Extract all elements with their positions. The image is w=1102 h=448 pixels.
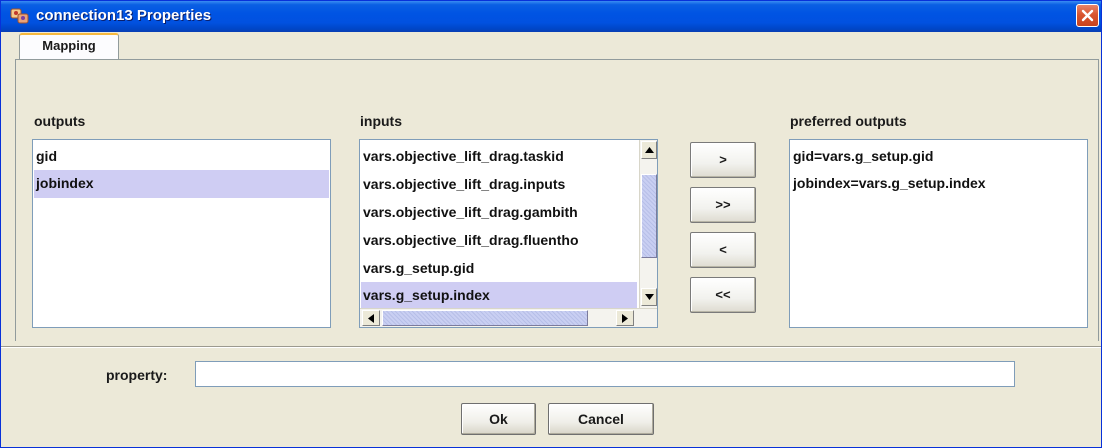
arrow-down-icon	[645, 294, 654, 300]
remove-mapping-button[interactable]: <	[690, 232, 756, 268]
scroll-right-button[interactable]	[616, 310, 634, 326]
remove-all-mappings-button[interactable]: <<	[690, 277, 756, 313]
list-item[interactable]: vars.objective_lift_drag.gambith	[361, 199, 637, 227]
list-item[interactable]: vars.g_setup.index	[361, 282, 637, 310]
app-icon	[10, 6, 30, 26]
scroll-left-button[interactable]	[362, 310, 380, 326]
list-item[interactable]: gid=vars.g_setup.gid	[791, 143, 1086, 171]
property-input[interactable]	[195, 361, 1015, 387]
scroll-down-button[interactable]	[641, 288, 657, 306]
horizontal-scroll-thumb[interactable]	[382, 310, 588, 326]
window-title: connection13 Properties	[36, 7, 212, 24]
tab-mapping[interactable]: Mapping	[19, 33, 119, 60]
properties-dialog: connection13 Properties Mapping outputs …	[0, 0, 1102, 448]
vertical-scroll-thumb[interactable]	[641, 174, 657, 258]
preferred-outputs-label: preferred outputs	[790, 113, 907, 129]
inputs-label: inputs	[360, 113, 402, 129]
separator	[1, 346, 1101, 348]
cancel-button[interactable]: Cancel	[548, 403, 654, 435]
title-bar[interactable]: connection13 Properties	[1, 1, 1101, 32]
property-label: property:	[106, 367, 168, 383]
arrow-up-icon	[645, 147, 654, 153]
scroll-up-button[interactable]	[641, 141, 657, 159]
list-item[interactable]: jobindex	[34, 170, 329, 198]
add-mapping-button[interactable]: >	[690, 142, 756, 178]
list-item[interactable]: vars.objective_lift_drag.fluentho	[361, 227, 637, 255]
horizontal-scrollbar[interactable]	[360, 308, 657, 327]
list-item[interactable]: vars.g_setup.gid	[361, 255, 637, 283]
list-item[interactable]: vars.objective_lift_drag.taskid	[361, 143, 637, 171]
inputs-list[interactable]: vars.objective_lift_drag.taskid vars.obj…	[359, 139, 658, 328]
vertical-scrollbar[interactable]	[639, 140, 657, 308]
list-item[interactable]: vars.objective_lift_drag.inputs	[361, 171, 637, 199]
preferred-outputs-list[interactable]: gid=vars.g_setup.gid jobindex=vars.g_set…	[789, 139, 1088, 328]
ok-button[interactable]: Ok	[461, 403, 536, 435]
list-item[interactable]: gid	[34, 143, 329, 171]
outputs-list[interactable]: gid jobindex	[32, 139, 331, 328]
close-icon	[1081, 9, 1094, 22]
outputs-label: outputs	[34, 113, 86, 129]
list-item[interactable]: jobindex=vars.g_setup.index	[791, 170, 1086, 198]
arrow-left-icon	[368, 314, 374, 323]
arrow-right-icon	[622, 314, 628, 323]
close-button[interactable]	[1076, 4, 1099, 27]
add-all-mappings-button[interactable]: >>	[690, 187, 756, 223]
